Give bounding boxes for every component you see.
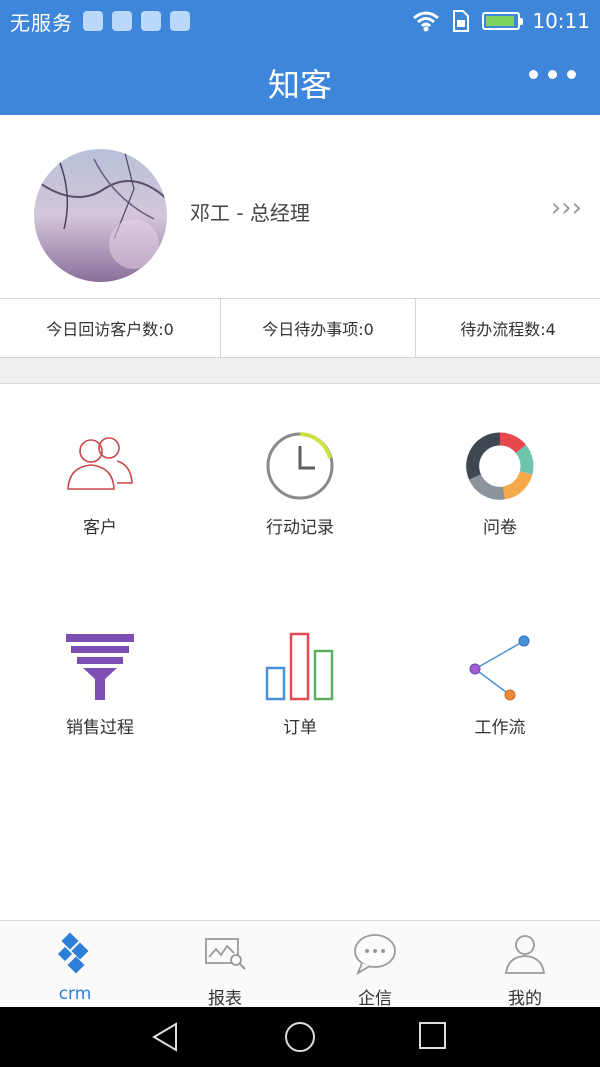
recents-icon[interactable] [418,1021,448,1051]
more-menu-button[interactable] [529,70,576,79]
app-header: 知客 [0,42,600,115]
grid-item-action-records[interactable]: 行动记录 [200,385,400,565]
stat-visit-customers[interactable]: 今日回访客户数:0 [0,299,221,357]
grid-item-questionnaire[interactable]: 问卷 [400,385,600,565]
feature-grid: 客户 行动记录 问卷 销售过程 订单 工作流 [0,385,600,920]
grid-item-label: 销售过程 [66,718,134,738]
tab-label: 报表 [208,989,242,1009]
mail-icon [141,11,161,31]
bar-chart-icon [265,632,334,701]
chevron-right-icon[interactable]: ››› [551,193,582,223]
users-icon [67,437,133,490]
system-nav-bar [0,1007,600,1067]
chat-icon [354,934,396,976]
back-icon[interactable] [150,1021,182,1053]
more-dot-icon [567,70,576,79]
tab-reports[interactable]: 报表 [150,921,300,1009]
wifi-icon [413,11,440,32]
clock-time: 10:11 [532,9,590,33]
grid-item-workflow[interactable]: 工作流 [400,585,600,765]
avatar [34,149,167,282]
stats-row: 今日回访客户数:0 今日待办事项:0 待办流程数:4 [0,298,600,358]
grid-item-customers[interactable]: 客户 [0,385,200,565]
more-dot-icon [529,70,538,79]
carrier-text: 无服务 [10,10,73,35]
bottom-tab-bar: crm 报表 企信 我的 [0,920,600,1009]
tab-crm[interactable]: crm [0,921,150,1008]
funnel-icon [66,634,134,700]
profile-name: 邓工 - 总经理 [190,201,310,225]
usb-icon [170,11,190,31]
stat-todo-items[interactable]: 今日待办事项:0 [221,299,416,357]
grid-item-label: 订单 [283,718,317,738]
home-icon[interactable] [283,1021,317,1055]
sim-icon [453,10,470,32]
more-dot-icon [548,70,557,79]
tab-profile[interactable]: 我的 [450,921,600,1009]
workflow-icon [469,635,530,701]
stat-pending-workflows[interactable]: 待办流程数:4 [416,299,600,357]
grid-item-label: 问卷 [483,518,517,538]
clock-icon [266,432,334,500]
profile-icon [504,935,546,974]
grid-item-orders[interactable]: 订单 [200,585,400,765]
page-title: 知客 [267,66,332,104]
tab-messages[interactable]: 企信 [300,921,450,1009]
profile-card[interactable]: 邓工 - 总经理 ››› [0,115,600,298]
tab-label: 企信 [358,989,392,1009]
grid-item-sales-process[interactable]: 销售过程 [0,585,200,765]
donut-chart-icon [466,432,534,500]
report-icon [205,938,246,970]
grid-item-label: 客户 [83,518,117,538]
status-bar: 无服务 10:11 [0,0,600,42]
section-divider [0,358,600,384]
grid-item-label: 行动记录 [266,518,334,538]
battery-icon [482,12,524,30]
status-right: 10:11 [412,9,590,33]
tab-label: 我的 [508,989,542,1009]
grid-item-label: 工作流 [474,718,526,738]
notification-icons [83,11,190,31]
tab-label: crm [58,984,92,1004]
notification-icon [112,11,132,31]
location-icon [83,11,103,31]
crm-icon [57,932,89,974]
